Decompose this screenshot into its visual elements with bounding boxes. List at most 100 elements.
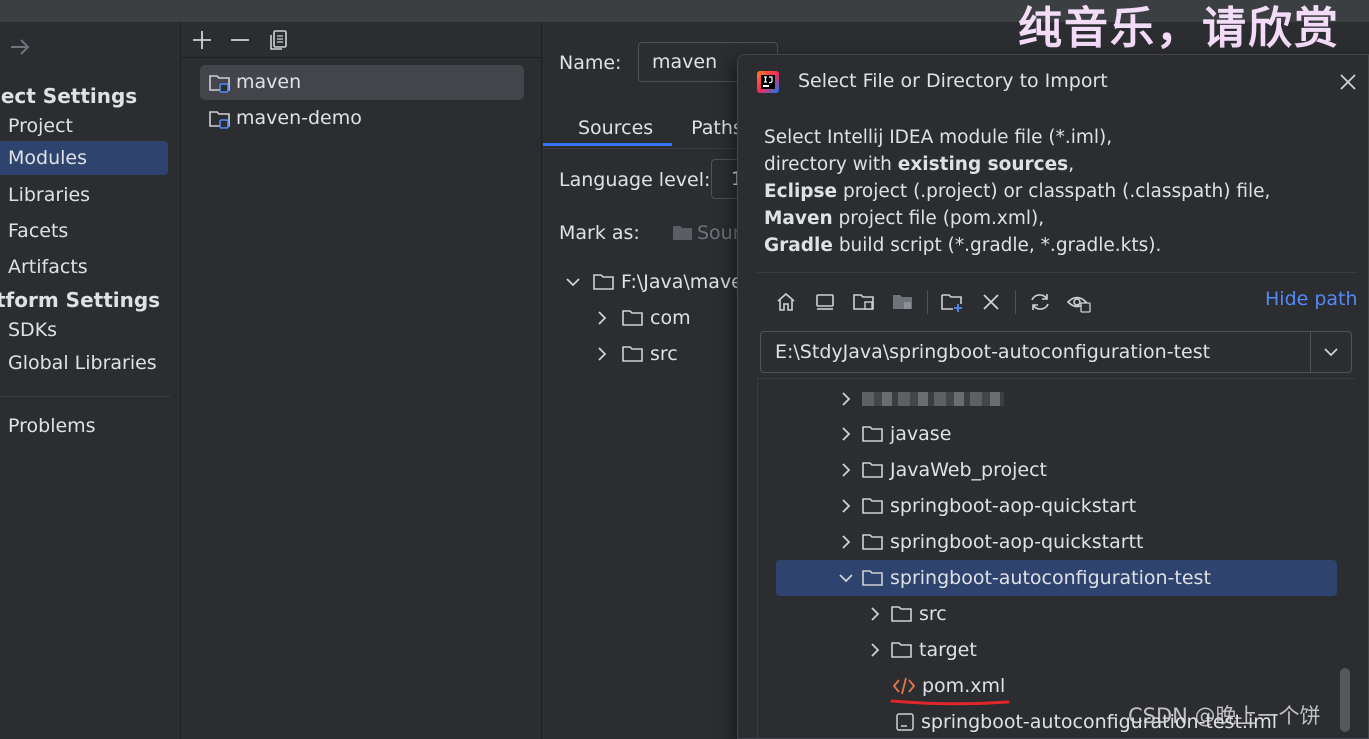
chevron-right-icon	[865, 604, 885, 624]
chevron-down-icon	[563, 272, 583, 292]
refresh-icon[interactable]	[1025, 287, 1055, 317]
module-tabs: Sources Paths	[543, 110, 762, 146]
tree-item-com[interactable]: com	[592, 307, 691, 329]
file-tree: javase JavaWeb_project springboot-aop-qu…	[757, 378, 1355, 739]
chevron-right-icon	[836, 496, 856, 516]
intellij-logo-icon	[756, 70, 780, 94]
mark-as-label: Mark as:	[559, 222, 640, 244]
description-line: Gradle build script (*.gradle, *.gradle.…	[764, 235, 1162, 256]
sidebar-item-global-libraries[interactable]: Global Libraries	[0, 346, 168, 380]
folder-icon	[862, 496, 884, 516]
sidebar-item-label: Modules	[8, 147, 87, 169]
chevron-right-icon	[836, 389, 856, 409]
tree-item-target[interactable]: target	[865, 632, 977, 668]
sidebar-item-sdks[interactable]: SDKs	[0, 313, 168, 347]
annotation-underline	[890, 698, 1010, 706]
path-input[interactable]: E:\StdyJava\springboot-autoconfiguration…	[775, 341, 1210, 363]
project-folder-icon[interactable]	[849, 287, 879, 317]
module-folder-icon	[208, 108, 232, 130]
watermark-top: 纯音乐，请欣赏	[1018, 3, 1340, 54]
description-line: Maven project file (pom.xml),	[764, 208, 1045, 229]
chevron-right-icon	[836, 424, 856, 444]
sidebar-item-problems[interactable]: Problems	[0, 409, 168, 443]
combo-separator	[1310, 332, 1311, 372]
chevron-right-icon	[836, 532, 856, 552]
content-root-label: F:\Java\mave	[621, 271, 743, 293]
tree-item-javase[interactable]: javase	[836, 416, 951, 452]
content-root-row[interactable]: F:\Java\mave	[563, 271, 743, 293]
chevron-down-icon[interactable]	[1321, 342, 1341, 362]
folder-icon	[862, 568, 884, 588]
tree-item-label: com	[650, 307, 691, 329]
module-item-maven[interactable]: maven	[200, 65, 524, 100]
tree-item-label: src	[650, 343, 678, 365]
description-line: Eclipse project (.project) or classpath …	[764, 181, 1271, 202]
tree-item-springboot-aop-quickstart[interactable]: springboot-aop-quickstart	[836, 488, 1136, 524]
language-level-label: Language level:	[559, 169, 711, 191]
folder-icon	[891, 640, 913, 660]
folder-icon	[862, 460, 884, 480]
sidebar-item-libraries[interactable]: Libraries	[0, 178, 168, 212]
mark-as-sources-button[interactable]: Sour	[672, 222, 741, 244]
tree-item-label: target	[919, 639, 977, 661]
forward-arrow-icon[interactable]	[8, 36, 32, 58]
sidebar-item-label: Problems	[8, 415, 96, 437]
tree-item-label: springboot-aop-quickstartt	[890, 531, 1144, 553]
project-settings-header: ject Settings	[0, 84, 138, 108]
watermark-bottom: CSDN @晚上一个饼	[1128, 704, 1321, 728]
copy-icon[interactable]	[268, 28, 290, 52]
folder-icon	[622, 344, 644, 364]
hide-path-link[interactable]: Hide path	[1265, 288, 1358, 310]
tree-item-src[interactable]: src	[865, 596, 947, 632]
sidebar-item-artifacts[interactable]: Artifacts	[0, 250, 168, 284]
sidebar-item-label: Artifacts	[8, 256, 88, 278]
sidebar-item-label: Facets	[8, 220, 69, 242]
tree-item-springboot-aop-quickstartt[interactable]: springboot-aop-quickstartt	[836, 524, 1144, 560]
module-dir-icon[interactable]	[888, 287, 918, 317]
sidebar-item-project[interactable]: Project	[0, 109, 168, 143]
toolbar-separator	[1015, 290, 1016, 314]
add-icon[interactable]	[190, 29, 214, 51]
chevron-right-icon	[592, 308, 612, 328]
tab-sources[interactable]: Sources	[543, 110, 673, 146]
remove-icon[interactable]	[228, 29, 252, 51]
sidebar-item-label: Project	[8, 115, 74, 137]
show-hidden-icon[interactable]	[1064, 287, 1094, 317]
sidebar-item-modules[interactable]: Modules	[0, 141, 168, 175]
home-icon[interactable]	[771, 287, 801, 317]
sidebar-item-facets[interactable]: Facets	[0, 214, 168, 248]
tabs-divider	[543, 148, 743, 149]
module-item-label: maven-demo	[236, 107, 362, 129]
file-chooser-toolbar	[771, 287, 1094, 317]
tree-item-blurred[interactable]	[836, 381, 1004, 417]
chevron-right-icon	[592, 344, 612, 364]
description-line: Select Intellij IDEA module file (*.iml)…	[764, 127, 1113, 148]
sidebar-item-label: SDKs	[8, 319, 58, 341]
platform-settings-header: tform Settings	[0, 288, 161, 312]
iml-file-icon	[895, 712, 915, 732]
module-item-maven-demo[interactable]: maven-demo	[200, 101, 524, 136]
dialog-divider	[757, 272, 1357, 273]
folder-icon	[672, 223, 694, 243]
delete-icon[interactable]	[976, 287, 1006, 317]
dialog-title: Select File or Directory to Import	[798, 70, 1108, 92]
sidebar-item-label: Global Libraries	[8, 352, 157, 374]
tree-item-label: springboot-aop-quickstart	[890, 495, 1137, 517]
mark-as-sources-label: Sour	[697, 222, 741, 244]
folder-icon	[891, 604, 913, 624]
tree-item-label: JavaWeb_project	[890, 459, 1048, 481]
folder-icon	[862, 532, 884, 552]
tree-item-label: javase	[890, 423, 952, 445]
folder-icon	[862, 424, 884, 444]
tree-item-springboot-autoconfiguration-test[interactable]: springboot-autoconfiguration-test	[776, 560, 1337, 596]
new-folder-icon[interactable]	[937, 287, 967, 317]
module-name-value: maven	[652, 51, 718, 73]
tree-item-javaweb-project[interactable]: JavaWeb_project	[836, 452, 1047, 488]
tree-item-label: pom.xml	[922, 675, 1006, 697]
desktop-icon[interactable]	[810, 287, 840, 317]
tree-item-src[interactable]: src	[592, 343, 678, 365]
tree-scrollbar[interactable]	[1340, 668, 1350, 732]
close-icon[interactable]	[1337, 71, 1359, 93]
folder-icon	[622, 308, 644, 328]
sidebar-divider	[0, 396, 170, 397]
